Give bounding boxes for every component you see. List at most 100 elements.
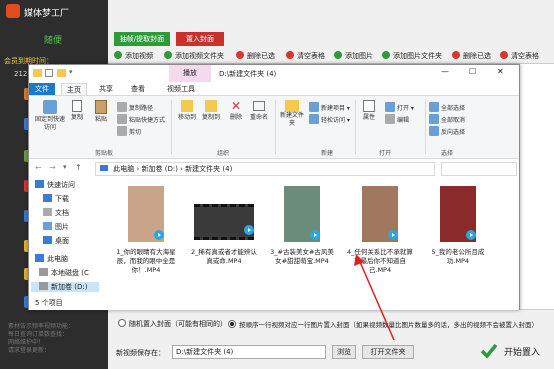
video-thumbnail: [284, 186, 320, 242]
breadcrumb-folder[interactable]: 新建文件夹 (4): [185, 165, 232, 173]
paste-button[interactable]: 粘贴: [91, 100, 111, 123]
nav-this-pc[interactable]: 此电脑: [35, 254, 68, 264]
invert-selection-icon: [429, 126, 439, 136]
nav-pictures[interactable]: 图片: [43, 222, 69, 232]
pc-icon: [35, 254, 44, 262]
tab-view[interactable]: 查看: [125, 83, 151, 95]
edit-button[interactable]: 编辑: [385, 114, 409, 124]
add-image-folder-button[interactable]: 添加图片文件夹: [382, 51, 442, 61]
breadcrumb-pc[interactable]: 此电脑: [113, 165, 134, 173]
status-bar: 5 个项目: [29, 296, 519, 310]
file-list: 1_你的眼睛有大海星辰，而我的眼中全是你！.MP4 2_稀有真或者才能辨认真或命…: [101, 178, 519, 296]
play-icon: [154, 230, 164, 240]
invert-selection-button[interactable]: 反向选择: [429, 126, 465, 136]
tab-video-tools[interactable]: 视频工具: [161, 83, 201, 95]
drive-icon: [39, 268, 48, 276]
properties-qa-icon[interactable]: [45, 69, 53, 77]
save-path-input[interactable]: D:\新建文件夹 (4): [172, 345, 326, 359]
close-button[interactable]: ✕: [497, 67, 504, 76]
star-icon: [35, 180, 44, 188]
edit-icon: [385, 114, 395, 124]
random-cover-option[interactable]: 随机置入封面（可能有相同的）: [118, 319, 227, 329]
copy-button[interactable]: 复制: [67, 100, 87, 121]
browse-button[interactable]: 浏览: [332, 345, 356, 359]
notice-line: 请求登录更新：: [8, 347, 51, 354]
paste-shortcut-button[interactable]: 粘贴快捷方式: [117, 114, 165, 124]
delete-selected-image-button[interactable]: 删除已选: [452, 51, 491, 61]
open-button[interactable]: 打开 ▾: [385, 102, 414, 112]
move-to-button[interactable]: 移动到: [177, 100, 197, 121]
desktop-icon: [43, 236, 52, 244]
notice-line: 每日查询订单数查找：: [8, 331, 69, 338]
radio-icon: [118, 319, 126, 327]
video-thumbnail: [440, 186, 476, 242]
video-thumbnail: [194, 204, 254, 240]
play-icon: [310, 230, 320, 240]
new-folder-icon: [285, 100, 299, 112]
nav-drive-d[interactable]: 新加卷 (D:): [31, 282, 99, 292]
properties-icon: [363, 100, 375, 112]
tab-home[interactable]: 主页: [61, 83, 87, 95]
start-import-button[interactable]: 开始置入: [476, 338, 552, 364]
tab-share[interactable]: 共享: [93, 83, 119, 95]
rename-button[interactable]: 重命名: [249, 100, 269, 121]
select-none-icon: [429, 114, 439, 124]
select-all-button[interactable]: 全部选择: [429, 102, 465, 112]
copy-to-button[interactable]: 复制到: [201, 100, 221, 121]
delete-icon: [236, 51, 244, 59]
delete-selected-video-button[interactable]: 删除已选: [236, 51, 275, 61]
maximize-button[interactable]: ☐: [469, 67, 476, 76]
nav-downloads[interactable]: 下载: [43, 194, 69, 204]
nav-local-disk-c[interactable]: 本地磁盘 (C: [39, 268, 89, 278]
clear-image-table-button[interactable]: 清空表格: [500, 51, 539, 61]
open-folder-button[interactable]: 打开文件夹: [362, 345, 414, 359]
forward-arrow-icon[interactable]: →: [49, 163, 56, 172]
copy-path-button[interactable]: 复制路径: [117, 102, 153, 112]
new-folder-qa-icon[interactable]: [57, 69, 66, 77]
easy-access-icon: [309, 114, 319, 124]
search-input[interactable]: [441, 162, 517, 176]
username: 随便: [44, 36, 63, 46]
add-video-button[interactable]: 添加视频: [114, 51, 153, 61]
qa-dropdown-icon[interactable]: ▾: [69, 68, 73, 76]
nav-desktop[interactable]: 桌面: [43, 236, 69, 246]
select-none-button[interactable]: 全部取消: [429, 114, 465, 124]
add-icon: [382, 51, 390, 59]
import-cover-button[interactable]: 置入封面: [176, 32, 224, 46]
address-bar[interactable]: 此电脑 › 新加卷 (D:) › 新建文件夹 (4): [95, 162, 435, 176]
picture-icon: [43, 222, 52, 230]
document-icon: [43, 208, 52, 216]
new-folder-button[interactable]: 新建文件夹: [279, 100, 305, 128]
breadcrumb-drive[interactable]: 新加卷 (D:): [141, 165, 177, 173]
recent-dropdown-icon[interactable]: ▾: [63, 163, 67, 171]
easy-access-button[interactable]: 轻松访问 ▾: [309, 114, 350, 124]
add-image-button[interactable]: 添加图片: [334, 51, 373, 61]
properties-button[interactable]: 属性: [359, 100, 379, 121]
open-icon: [385, 102, 395, 112]
add-video-folder-button[interactable]: 添加视频文件夹: [164, 51, 224, 61]
pin-quick-access-button[interactable]: 固定到快速访问: [35, 100, 65, 132]
copy-path-icon: [117, 102, 127, 112]
open-group-label: 打开: [379, 150, 392, 157]
copy-to-icon: [205, 100, 217, 112]
paste-shortcut-icon: [117, 114, 127, 124]
cut-button[interactable]: 剪切: [117, 126, 141, 136]
scissors-icon: [117, 126, 127, 136]
select-all-icon: [429, 102, 439, 112]
add-icon: [164, 51, 172, 59]
delete-button[interactable]: ✕ 删除: [227, 100, 245, 121]
extract-cover-button[interactable]: 抽帧/提取封面: [114, 32, 170, 46]
nav-quick-access[interactable]: 快速访问: [35, 180, 75, 190]
notice-line: 素材告示频率视频功能：: [8, 323, 75, 330]
nav-documents[interactable]: 文档: [43, 208, 69, 218]
play-context-tab[interactable]: 播放: [169, 65, 211, 82]
move-to-icon: [181, 100, 193, 112]
new-item-button[interactable]: 新建项目 ▾: [309, 102, 350, 112]
select-group-label: 选择: [441, 150, 454, 157]
clear-video-table-button[interactable]: 清空表格: [286, 51, 325, 61]
tab-file[interactable]: 文件: [29, 83, 55, 95]
up-arrow-icon[interactable]: ↑: [75, 163, 82, 172]
minimize-button[interactable]: —: [441, 67, 449, 76]
order-cover-option[interactable]: 按顺序一行视频对应一行图片置入封面（如果视频数量比图片数量多的话，多出的视频不会…: [228, 319, 538, 329]
back-arrow-icon[interactable]: ←: [35, 163, 42, 172]
